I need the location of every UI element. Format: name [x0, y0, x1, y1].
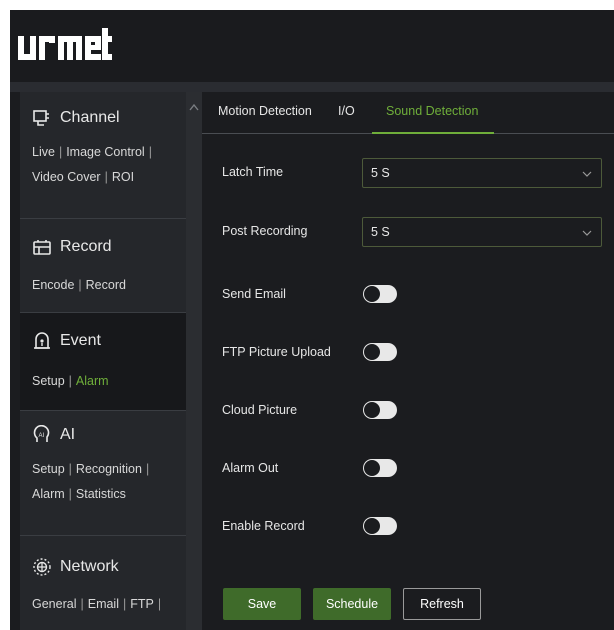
sidebar-link-ai-setup[interactable]: Setup — [32, 462, 65, 476]
sidebar-link-ftp[interactable]: FTP — [130, 597, 154, 611]
sidebar-title-network[interactable]: Network — [20, 536, 186, 588]
tab-motion-detection[interactable]: Motion Detection — [218, 104, 312, 118]
sidebar-link-email[interactable]: Email — [88, 597, 119, 611]
sidebar-link-recognition[interactable]: Recognition — [76, 462, 142, 476]
toggle-knob — [365, 287, 379, 301]
ai-icon: AI — [32, 425, 52, 445]
sidebar-title-event[interactable]: Event — [20, 313, 186, 363]
sidebar-section-ai: AI AI Setup | Recognition | Alarm | Statistic… — [20, 411, 186, 536]
app-window: urmet Channel Live|Image Control| Video … — [10, 10, 614, 630]
sidebar-link-roi[interactable]: ROI — [112, 170, 134, 184]
alarm-out-toggle[interactable] — [363, 459, 397, 477]
latch-time-value: 5 S — [371, 166, 390, 180]
tab-sound-detection[interactable]: Sound Detection — [386, 104, 478, 118]
sidebar-link-statistics[interactable]: Statistics — [76, 487, 126, 501]
toggle-knob — [365, 345, 379, 359]
event-icon — [32, 331, 52, 351]
sidebar-title-channel[interactable]: Channel — [20, 92, 186, 138]
sidebar-title-label: Network — [60, 558, 119, 575]
cloud-picture-row: Cloud Picture — [222, 396, 614, 426]
sidebar-title-ai[interactable]: AI AI — [20, 411, 186, 455]
scroll-up-icon[interactable] — [189, 102, 199, 114]
ftp-picture-upload-row: FTP Picture Upload — [222, 338, 614, 368]
sidebar-links-ai: Setup | Recognition | Alarm | Statistics — [32, 462, 150, 501]
sidebar: Channel Live | Image Control | Video Cover |… — [20, 92, 186, 630]
active-tab-indicator — [372, 132, 494, 134]
sidebar-title-label: AI — [60, 426, 76, 443]
send-email-row: Send Email — [222, 280, 614, 310]
sidebar-title-label: Channel — [60, 109, 120, 126]
sidebar-link-setup[interactable]: Setup — [32, 374, 65, 388]
sidebar-links-channel: Live | Image Control | Video Cover | ROI — [32, 145, 152, 184]
alarm-out-label: Alarm Out — [222, 461, 279, 475]
enable-record-row: Enable Record — [222, 512, 614, 542]
post-recording-label: Post Recording — [222, 224, 308, 238]
latch-time-select[interactable]: 5 S — [362, 158, 602, 188]
ftp-picture-upload-label: FTP Picture Upload — [222, 345, 331, 359]
send-email-label: Send Email — [222, 287, 286, 301]
tab-bar: Motion Detection I/O Sound Detection — [202, 92, 614, 134]
svg-text:AI: AI — [39, 433, 45, 439]
chevron-down-icon — [582, 171, 592, 177]
post-recording-row: Post Recording 5 S — [222, 217, 614, 247]
sidebar-links-network: General | Email | FTP | — [32, 597, 162, 611]
sidebar-section-event: Event Setup | Alarm — [20, 313, 186, 411]
sidebar-scrollbar[interactable] — [186, 92, 202, 630]
latch-time-row: Latch Time 5 S — [222, 158, 614, 188]
sidebar-links-record: Encode | Record — [32, 278, 126, 292]
refresh-button[interactable]: Refresh — [403, 588, 481, 620]
channel-icon — [32, 108, 52, 128]
record-icon — [32, 237, 52, 257]
send-email-toggle[interactable] — [363, 285, 397, 303]
cloud-picture-toggle[interactable] — [363, 401, 397, 419]
post-recording-select[interactable]: 5 S — [362, 217, 602, 247]
sidebar-link-encode[interactable]: Encode — [32, 278, 74, 292]
network-icon — [32, 557, 52, 577]
enable-record-toggle[interactable] — [363, 517, 397, 535]
sidebar-link-ai-alarm[interactable]: Alarm — [32, 487, 65, 501]
toggle-knob — [365, 403, 379, 417]
sidebar-link-live[interactable]: Live — [32, 145, 55, 159]
sidebar-title-record[interactable]: Record — [20, 219, 186, 269]
sidebar-link-record[interactable]: Record — [86, 278, 126, 292]
sidebar-title-label: Record — [60, 238, 112, 255]
toggle-knob — [365, 519, 379, 533]
enable-record-label: Enable Record — [222, 519, 305, 533]
sidebar-links-event: Setup | Alarm — [32, 374, 109, 388]
sidebar-link-image-control[interactable]: Image Control — [66, 145, 145, 159]
sidebar-link-video-cover[interactable]: Video Cover — [32, 170, 101, 184]
alarm-out-row: Alarm Out — [222, 454, 614, 484]
tab-io[interactable]: I/O — [338, 104, 355, 118]
save-button[interactable]: Save — [223, 588, 301, 620]
toggle-knob — [365, 461, 379, 475]
ftp-picture-upload-toggle[interactable] — [363, 343, 397, 361]
sidebar-title-label: Event — [60, 332, 101, 349]
sidebar-link-general[interactable]: General — [32, 597, 76, 611]
post-recording-value: 5 S — [371, 225, 390, 239]
latch-time-label: Latch Time — [222, 165, 284, 179]
sidebar-section-record: Record Encode | Record — [20, 219, 186, 313]
header-divider — [10, 82, 614, 92]
sidebar-link-alarm[interactable]: Alarm — [76, 374, 109, 388]
chevron-down-icon — [582, 230, 592, 236]
cloud-picture-label: Cloud Picture — [222, 403, 298, 417]
sidebar-section-network: Network General | Email | FTP | — [20, 536, 186, 630]
schedule-button[interactable]: Schedule — [313, 588, 391, 620]
urmet-logo: urmet — [18, 28, 112, 60]
header-bar: urmet — [10, 10, 614, 82]
sidebar-section-channel: Channel Live | Image Control | Video Cover |… — [20, 92, 186, 219]
main-content: Motion Detection I/O Sound Detection Lat… — [202, 92, 614, 630]
